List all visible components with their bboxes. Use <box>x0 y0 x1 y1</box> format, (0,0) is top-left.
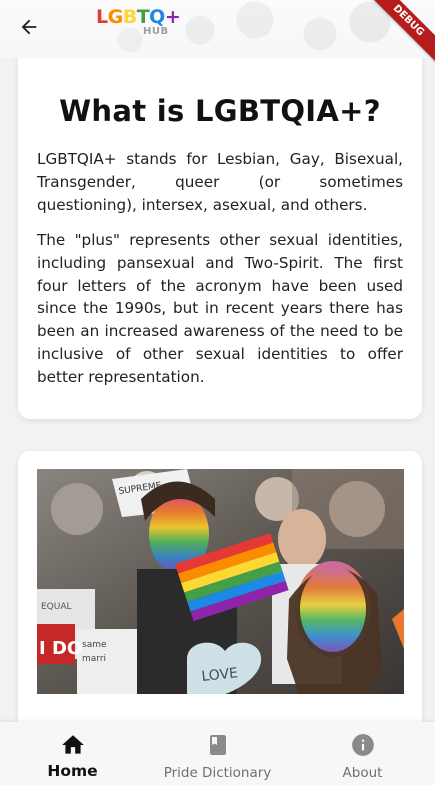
scroll-content[interactable]: What is LGBTQIA+? LGBTQIA+ stands for Le… <box>0 0 435 785</box>
logo-letter-plus: + <box>164 6 181 28</box>
sign-text-same: same <box>82 640 107 650</box>
logo-letter-b: B <box>122 6 137 28</box>
sign-text-equal: EQUAL <box>41 602 72 612</box>
intro-card: What is LGBTQIA+? LGBTQIA+ stands for Le… <box>18 30 422 419</box>
page-title: What is LGBTQIA+? <box>59 94 381 128</box>
photo-card: SUPREME LOVE I DO same marri EQUAL <box>18 451 422 751</box>
logo-letter-g: G <box>107 6 124 28</box>
arrow-back-icon <box>21 19 37 35</box>
logo-letter-l: L <box>96 6 108 28</box>
nav-item-home[interactable]: Home <box>0 722 145 785</box>
nav-label-home: Home <box>47 762 98 780</box>
nav-label-about: About <box>342 765 383 781</box>
intro-paragraph-1: LGBTQIA+ stands for Lesbian, Gay, Bisexu… <box>37 150 403 214</box>
intro-paragraph-2: The "plus" represents other sexual ident… <box>37 231 403 386</box>
nav-item-about[interactable]: About <box>290 722 435 785</box>
book-icon <box>205 732 231 758</box>
lgbtq-hub-logo: LGBTQ+ HUB <box>96 6 188 40</box>
appbar-background <box>0 0 435 58</box>
app-bar: LGBTQ+ HUB <box>0 0 435 58</box>
sign-text-ido: I DO <box>39 638 82 659</box>
sign-text-marri: marri <box>82 654 106 664</box>
back-button[interactable] <box>12 10 46 44</box>
logo-letter-t: T <box>136 6 150 28</box>
nav-item-pride-dictionary[interactable]: Pride Dictionary <box>145 722 290 785</box>
info-icon <box>350 732 376 758</box>
app-screen: What is LGBTQIA+? LGBTQIA+ stands for Le… <box>0 0 435 785</box>
nav-label-pride-dictionary: Pride Dictionary <box>163 765 272 781</box>
logo-hub-text: HUB <box>143 26 169 37</box>
logo-wordmark: LGBTQ+ <box>96 6 188 28</box>
logo-letter-q: Q <box>149 6 165 28</box>
home-icon <box>60 732 86 758</box>
pride-parade-photo: SUPREME LOVE I DO same marri EQUAL <box>37 469 404 694</box>
bottom-navigation-bar: Home Pride Dictionary About <box>0 722 435 785</box>
